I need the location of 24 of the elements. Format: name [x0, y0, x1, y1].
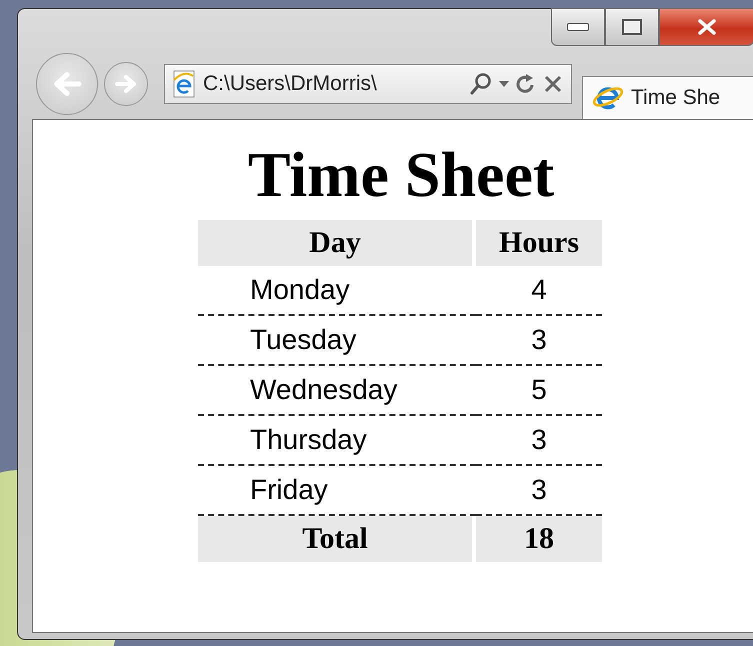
minimize-button[interactable] [551, 8, 605, 46]
table-cell: 4 [476, 266, 602, 316]
page-icon [171, 70, 197, 98]
table-cell: Tuesday [198, 316, 476, 366]
forward-arrow-icon [113, 73, 139, 95]
search-icon[interactable] [469, 72, 493, 96]
page-title: Time Sheet [248, 138, 554, 212]
table-cell: Monday [198, 266, 476, 316]
address-text: C:\Users\DrMorris\ [203, 72, 378, 96]
browser-tab[interactable]: Time She [582, 76, 753, 119]
forward-button[interactable] [104, 62, 148, 106]
table-cell: 3 [476, 416, 602, 466]
total-value: 18 [476, 516, 602, 562]
maximize-button[interactable] [605, 8, 659, 46]
close-button[interactable] [659, 8, 753, 46]
stop-icon[interactable] [543, 74, 563, 94]
dropdown-caret-icon[interactable] [499, 81, 509, 87]
table-cell: 3 [476, 316, 602, 366]
table-cell: Wednesday [198, 366, 476, 416]
address-bar[interactable]: C:\Users\DrMorris\ [164, 64, 572, 104]
table-cell: Thursday [198, 416, 476, 466]
column-header: Hours [476, 220, 602, 266]
table-cell: 5 [476, 366, 602, 416]
close-icon [696, 19, 718, 35]
